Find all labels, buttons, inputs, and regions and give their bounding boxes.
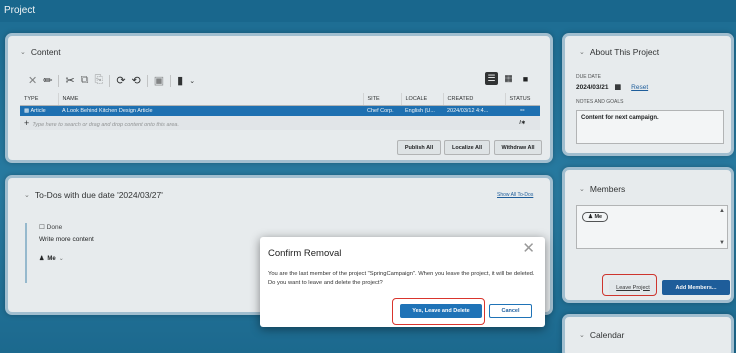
close-icon[interactable]: ✕: [522, 241, 535, 256]
dialog-message: You are the last member of the project "…: [268, 271, 535, 286]
cancel-button[interactable]: Cancel: [489, 304, 532, 318]
confirm-button-highlight: [392, 298, 485, 325]
dialog-title: Confirm Removal: [268, 248, 342, 259]
